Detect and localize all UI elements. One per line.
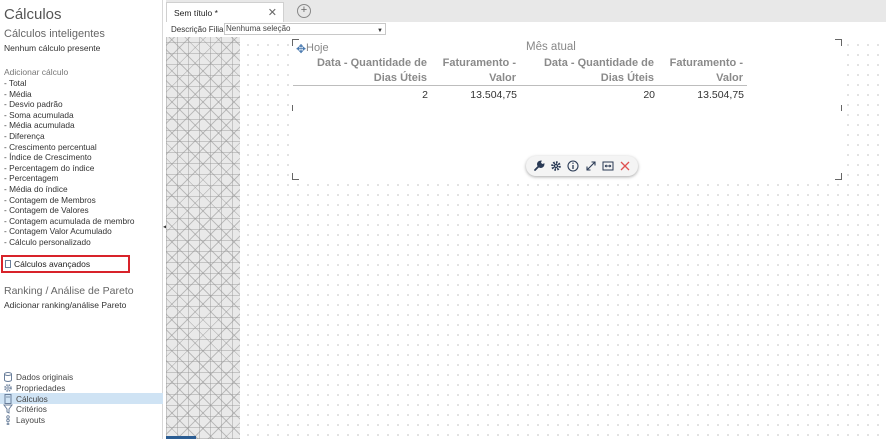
nav-layouts-label: Layouts (16, 415, 46, 426)
column-header[interactable]: Data - Quantidade de Dias Úteis (293, 55, 431, 86)
gear-icon[interactable] (549, 159, 563, 173)
calc-item-growth-index[interactable]: - Índice de Crescimento (4, 152, 135, 163)
group-header-today: Hoje (306, 42, 329, 54)
branch-filter-value: Nenhuma seleção (226, 24, 291, 33)
filter-icon (3, 404, 13, 415)
move-icon[interactable]: ✥ (296, 42, 306, 56)
calc-item-std-dev[interactable]: - Desvio padrão (4, 99, 135, 110)
smart-calculations-heading: Cálculos inteligentes (4, 28, 105, 40)
calc-item-running-member-count[interactable]: - Contagem acumulada de membro (4, 216, 135, 227)
resize-handle[interactable] (292, 105, 293, 111)
nav-original-data-label: Dados originais (16, 372, 74, 383)
calc-item-running-sum[interactable]: - Soma acumulada (4, 110, 135, 121)
nav-original-data[interactable]: Dados originais (0, 372, 163, 383)
calc-item-average[interactable]: - Média (4, 89, 135, 100)
cell-value[interactable]: 20 (520, 86, 658, 101)
column-header[interactable]: Faturamento - Valor (658, 55, 747, 86)
calc-item-running-value-count[interactable]: - Contagem Valor Acumulado (4, 226, 135, 237)
calc-item-member-count[interactable]: - Contagem de Membros (4, 195, 135, 206)
add-tab-icon[interactable]: + (297, 4, 311, 18)
cell-value[interactable]: 2 (293, 86, 431, 101)
calculator-icon (5, 260, 11, 268)
calc-item-running-average[interactable]: - Média acumulada (4, 120, 135, 131)
calculator-icon (4, 393, 12, 404)
advanced-calculations-button[interactable]: Cálculos avançados (1, 255, 130, 273)
table-row: 2 13.504,75 20 13.504,75 (293, 86, 747, 101)
nav-layouts[interactable]: Layouts (0, 415, 163, 426)
resize-handle[interactable] (841, 105, 842, 111)
nav-criteria[interactable]: Critérios (0, 404, 163, 415)
nav-properties-label: Propriedades (16, 383, 66, 394)
close-icon[interactable] (618, 159, 632, 173)
info-icon[interactable] (566, 159, 580, 173)
calc-item-difference[interactable]: - Diferença (4, 131, 135, 142)
calc-item-custom[interactable]: - Cálculo personalizado (4, 237, 135, 248)
document-tab[interactable]: Sem título * ✕ (166, 2, 284, 22)
column-header[interactable]: Data - Quantidade de Dias Úteis (520, 55, 658, 86)
no-calculations-text: Nenhum cálculo presente (4, 43, 101, 53)
calc-item-total[interactable]: - Total (4, 78, 135, 89)
advanced-calculations-label: Cálculos avançados (14, 259, 91, 269)
calculations-panel: Cálculos Cálculos inteligentes Nenhum cá… (0, 0, 163, 439)
cell-value[interactable]: 13.504,75 (658, 86, 747, 101)
pivot-grid-widget[interactable]: Hoje ✥ Mês atual Data - Quantidade de Dia… (292, 39, 842, 180)
data-grid: Data - Quantidade de Dias Úteis Faturamen… (293, 55, 747, 101)
calc-item-value-count[interactable]: - Contagem de Valores (4, 205, 135, 216)
nav-criteria-label: Critérios (16, 404, 47, 415)
filter-bar: Descrição Filial Nenhuma seleção ▼ (166, 22, 886, 38)
panel-title: Cálculos (4, 6, 62, 23)
group-header-current-month: Mês atual (526, 41, 576, 53)
calculation-list: - Total - Média - Desvio padrão - Soma a… (4, 78, 135, 248)
close-tab-icon[interactable]: ✕ (268, 6, 277, 19)
fit-width-icon[interactable] (601, 159, 615, 173)
grid-header-row: Data - Quantidade de Dias Úteis Faturamen… (293, 55, 747, 86)
branch-filter-select[interactable]: Nenhuma seleção ▼ (224, 23, 386, 35)
calc-item-index-average[interactable]: - Média do índice (4, 184, 135, 195)
column-header[interactable]: Faturamento - Valor (431, 55, 520, 86)
calc-item-percent-growth[interactable]: - Crescimento percentual (4, 142, 135, 153)
resize-handle[interactable] (292, 173, 299, 180)
gear-icon (4, 384, 12, 392)
calc-item-index-percentage[interactable]: - Percentagem do índice (4, 163, 135, 174)
panel-navigation: Dados originais Propriedades Cálculos Cr… (0, 372, 163, 426)
canvas-margin (166, 37, 240, 439)
chevron-down-icon: ▼ (377, 28, 383, 34)
ranking-heading: Ranking / Análise de Pareto (4, 285, 134, 297)
expand-icon[interactable] (584, 159, 598, 173)
wrench-icon[interactable] (532, 159, 546, 173)
database-icon (4, 372, 12, 383)
nav-calculations[interactable]: Cálculos (0, 393, 163, 405)
tab-bar: Sem título * ✕ + (166, 0, 886, 23)
add-ranking-link[interactable]: Adicionar ranking/análise Pareto (4, 300, 126, 310)
widget-toolbar (526, 156, 638, 176)
nav-calculations-label: Cálculos (16, 393, 48, 404)
branch-filter-label: Descrição Filial (171, 25, 226, 34)
resize-handle[interactable] (835, 39, 842, 46)
calc-item-percentage[interactable]: - Percentagem (4, 173, 135, 184)
resize-handle[interactable] (835, 173, 842, 180)
layout-icon (6, 415, 10, 426)
document-tab-label: Sem título * (174, 7, 218, 18)
add-calculation-heading: Adicionar cálculo (4, 67, 69, 77)
cell-value[interactable]: 13.504,75 (431, 86, 520, 101)
nav-properties[interactable]: Propriedades (0, 383, 163, 394)
